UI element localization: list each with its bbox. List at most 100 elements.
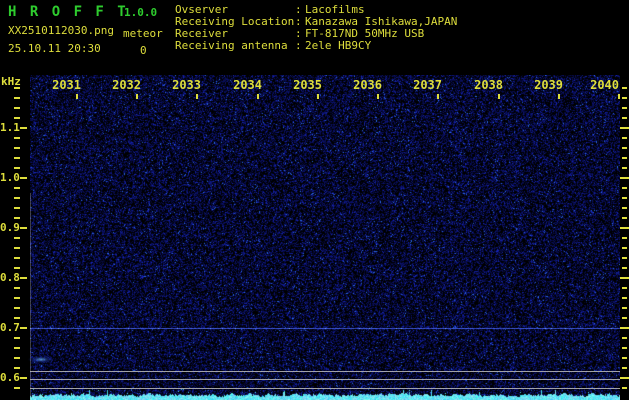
- axis-tick: [622, 267, 627, 269]
- calibration-line: [30, 379, 620, 380]
- axis-tick: [14, 137, 20, 139]
- time-axis-label: 2032: [107, 78, 141, 92]
- axis-tick: [620, 327, 629, 329]
- axis-tick: [377, 94, 379, 99]
- axis-tick: [196, 94, 198, 99]
- axis-tick: [14, 297, 20, 299]
- axis-tick: [20, 377, 27, 379]
- axis-tick: [622, 287, 627, 289]
- axis-tick: [14, 307, 20, 309]
- axis-tick: [622, 387, 627, 389]
- time-axis-label: 2036: [348, 78, 382, 92]
- freq-axis-label: 0.8: [0, 271, 19, 284]
- axis-tick: [620, 177, 629, 179]
- app-title: H R O F F T: [8, 4, 128, 20]
- axis-tick: [14, 247, 20, 249]
- time-axis-label: 2037: [408, 78, 442, 92]
- axis-tick: [14, 217, 20, 219]
- axis-tick: [622, 367, 627, 369]
- freq-axis-label: 0.7: [0, 321, 19, 334]
- axis-tick: [622, 87, 627, 89]
- freq-axis-label: 0.6: [0, 371, 19, 384]
- observation-datetime: 25.10.11 20:30: [8, 42, 101, 55]
- axis-tick: [558, 94, 560, 99]
- axis-tick: [20, 327, 27, 329]
- axis-tick: [14, 157, 20, 159]
- axis-tick: [437, 94, 439, 99]
- axis-tick: [622, 257, 627, 259]
- axis-tick: [14, 197, 20, 199]
- axis-tick: [622, 157, 627, 159]
- axis-tick: [14, 87, 20, 89]
- calibration-line: [30, 388, 620, 389]
- meteor-label: meteor: [123, 27, 163, 40]
- axis-tick: [622, 97, 627, 99]
- axis-tick: [14, 337, 20, 339]
- axis-tick: [622, 147, 627, 149]
- axis-tick: [618, 94, 620, 99]
- axis-tick: [622, 117, 627, 119]
- axis-tick: [622, 167, 627, 169]
- axis-tick: [498, 94, 500, 99]
- axis-tick: [620, 127, 629, 129]
- axis-tick: [20, 177, 27, 179]
- axis-tick: [620, 377, 629, 379]
- axis-tick: [620, 277, 629, 279]
- axis-tick: [14, 107, 20, 109]
- time-axis-label: 2031: [47, 78, 81, 92]
- output-filename: XX2510112030.png: [8, 24, 114, 37]
- axis-tick: [622, 317, 627, 319]
- axis-tick: [622, 247, 627, 249]
- time-axis-label: 2040: [585, 78, 619, 92]
- meteor-count: 0: [140, 44, 147, 57]
- axis-tick: [622, 237, 627, 239]
- axis-tick: [14, 207, 20, 209]
- axis-tick: [622, 187, 627, 189]
- time-axis-label: 2033: [167, 78, 201, 92]
- axis-tick: [14, 387, 20, 389]
- axis-tick: [14, 237, 20, 239]
- hrofft-screen: H R O F F T 1.0.0 XX2510112030.png meteo…: [0, 0, 629, 400]
- axis-tick: [14, 317, 20, 319]
- axis-tick: [14, 347, 20, 349]
- axis-tick: [14, 117, 20, 119]
- axis-tick: [14, 147, 20, 149]
- axis-tick: [14, 287, 20, 289]
- station-info: Ovserver:Lacofilms Receiving Location:Ka…: [175, 4, 457, 52]
- axis-tick: [14, 187, 20, 189]
- axis-tick: [317, 94, 319, 99]
- axis-tick: [14, 357, 20, 359]
- info-separator: :: [295, 40, 305, 52]
- app-version: 1.0.0: [124, 6, 157, 19]
- time-axis-label: 2039: [529, 78, 563, 92]
- axis-tick: [14, 367, 20, 369]
- info-label: Receiving antenna: [175, 40, 295, 52]
- carrier-line: [30, 328, 620, 329]
- time-axis-label: 2038: [469, 78, 503, 92]
- time-axis-label: 2034: [228, 78, 262, 92]
- axis-tick: [622, 297, 627, 299]
- axis-tick: [622, 137, 627, 139]
- calibration-line: [30, 371, 620, 372]
- axis-tick: [622, 307, 627, 309]
- axis-tick: [14, 267, 20, 269]
- axis-tick: [622, 337, 627, 339]
- start-marker-line: [30, 193, 31, 400]
- spectrogram-canvas: [30, 75, 620, 400]
- axis-tick: [20, 227, 27, 229]
- station-info-row: Receiving antenna:2ele HB9CY: [175, 40, 457, 52]
- axis-tick: [622, 207, 627, 209]
- echo-blob: [28, 356, 54, 363]
- time-axis-label: 2035: [288, 78, 322, 92]
- axis-tick: [622, 107, 627, 109]
- axis-tick: [622, 347, 627, 349]
- freq-axis-label: 1.0: [0, 171, 19, 184]
- info-value: 2ele HB9CY: [305, 40, 371, 52]
- axis-tick: [257, 94, 259, 99]
- axis-tick: [14, 97, 20, 99]
- axis-tick: [622, 217, 627, 219]
- axis-tick: [14, 257, 20, 259]
- axis-tick: [622, 357, 627, 359]
- axis-tick: [76, 94, 78, 99]
- freq-axis-label: 0.9: [0, 221, 19, 234]
